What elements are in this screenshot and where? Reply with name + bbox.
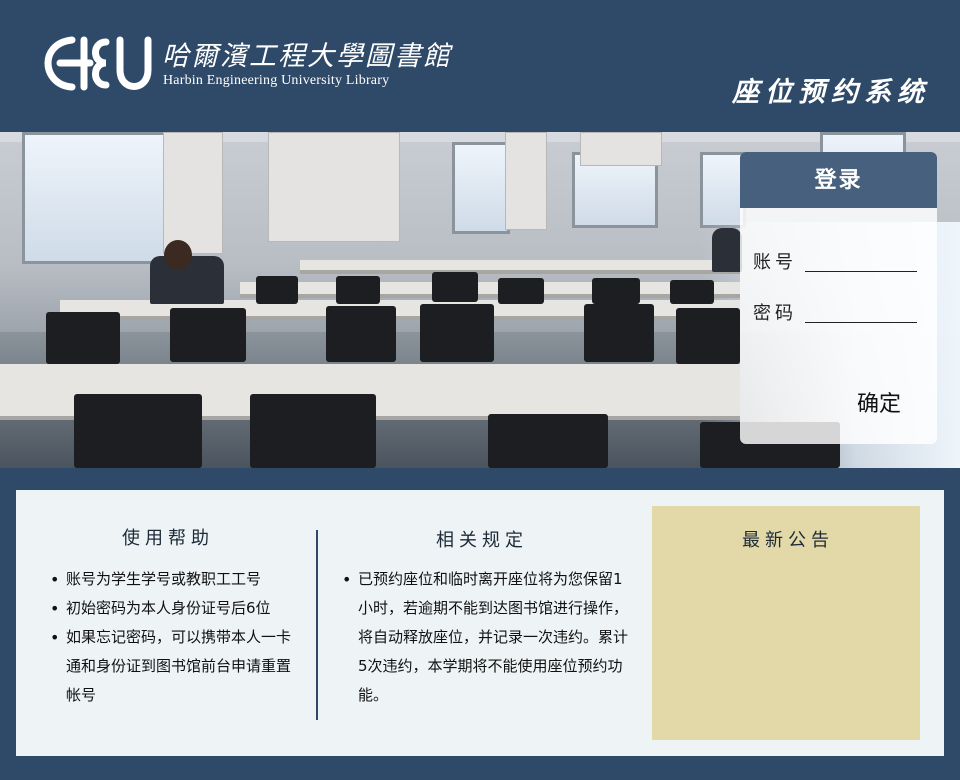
list-item: 已预约座位和临时离开座位将为您保留1小时，若逾期不能到达图书馆进行操作，将自动释… [340,565,630,710]
help-title: 使用帮助 [122,528,214,549]
login-title: 登录 [740,152,937,208]
list-item: 如果忘记密码，可以携带本人一卡通和身份证到图书馆前台申请重置帐号 [48,623,304,710]
rules-title: 相关规定 [436,530,528,551]
account-input[interactable] [805,249,917,272]
list-item: 初始密码为本人身份证号后6位 [48,594,304,623]
site-header: 哈爾濱工程大學圖書館 Harbin Engineering University… [0,0,960,132]
login-panel: 登录 账号 密码 确定 [740,152,937,444]
rules-list: 已预约座位和临时离开座位将为您保留1小时，若逾期不能到达图书馆进行操作，将自动释… [340,565,630,710]
info-panel: 使用帮助 账号为学生学号或教职工工号 初始密码为本人身份证号后6位 如果忘记密码… [16,490,944,756]
column-divider [316,530,318,720]
confirm-button[interactable]: 确定 [840,386,918,418]
password-input[interactable] [805,300,917,323]
notice-title: 最新公告 [742,530,834,551]
password-label: 密码 [753,303,797,324]
library-name-english: Harbin Engineering University Library [163,73,390,88]
system-title: 座位预约系统 [732,77,930,108]
list-item: 账号为学生学号或教职工工号 [48,565,304,594]
help-list: 账号为学生学号或教职工工号 初始密码为本人身份证号后6位 如果忘记密码，可以携带… [48,565,304,710]
library-name-chinese: 哈爾濱工程大學圖書館 [162,41,452,72]
heu-logo-icon [44,36,152,91]
account-label: 账号 [753,252,797,273]
notice-box: 最新公告 [652,506,920,740]
